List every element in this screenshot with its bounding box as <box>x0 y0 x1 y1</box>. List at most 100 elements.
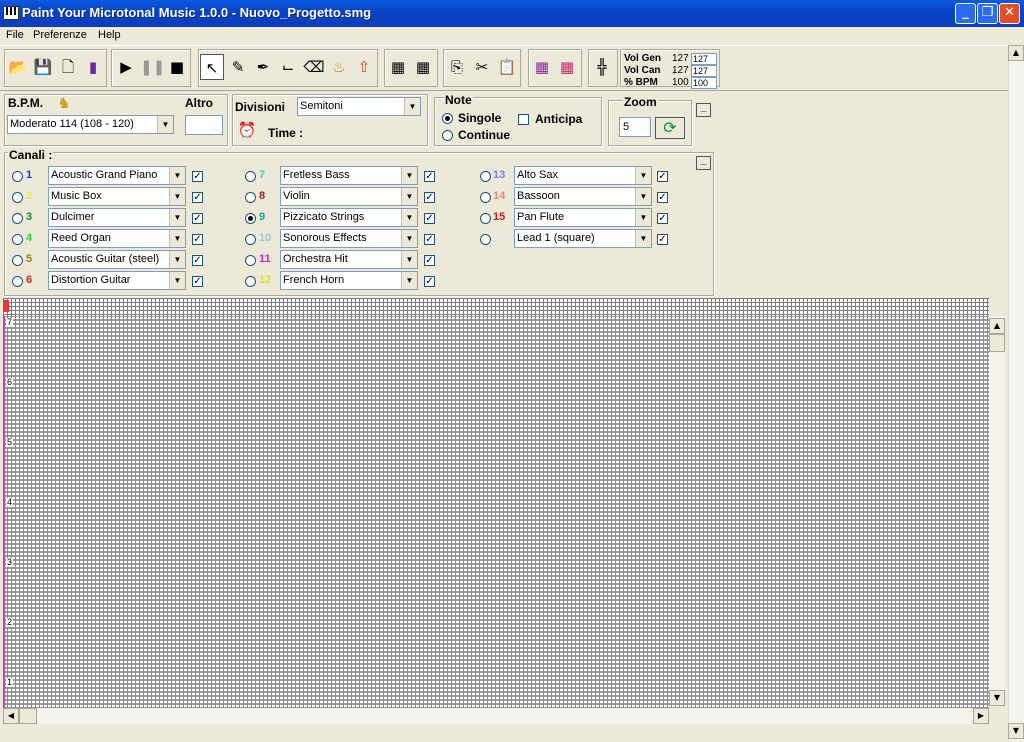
measure-right-icon[interactable]: ▦ <box>411 54 435 80</box>
channel-radio-1[interactable] <box>12 171 23 182</box>
canali-minimize-button[interactable]: _ <box>696 156 711 170</box>
channel-instrument-select[interactable]: Dulcimer ▼ <box>48 208 186 227</box>
scroll-up-arrow[interactable]: ▲ <box>989 318 1005 334</box>
channel-enable-checkbox[interactable]: ✓ <box>424 276 435 287</box>
channel-radio-12[interactable] <box>245 276 256 287</box>
channel-enable-checkbox[interactable]: ✓ <box>657 213 668 224</box>
channel-radio-11[interactable] <box>245 255 256 266</box>
measure-left-icon[interactable]: ▦ <box>386 54 410 80</box>
channel-enable-checkbox[interactable]: ✓ <box>192 276 203 287</box>
channel-instrument-select[interactable]: Pan Flute ▼ <box>514 208 652 227</box>
channel-radio-9[interactable] <box>245 213 256 224</box>
timeline-ruler[interactable] <box>3 298 989 316</box>
channel-radio-16[interactable] <box>480 234 491 245</box>
bpm-select[interactable]: Moderato 114 (108 - 120) ▼ <box>7 115 174 134</box>
channel-enable-checkbox[interactable]: ✓ <box>424 255 435 266</box>
close-button[interactable]: ✕ <box>999 3 1020 24</box>
channel-enable-checkbox[interactable]: ✓ <box>424 171 435 182</box>
pause-icon[interactable]: ❚❚ <box>140 54 165 80</box>
glissando-tool-icon[interactable]: ⌙ <box>276 54 300 80</box>
channel-instrument-select[interactable]: Orchestra Hit ▼ <box>280 250 418 269</box>
bucket-tool-icon[interactable]: ♨ <box>327 54 351 80</box>
cut-icon[interactable]: ✂ <box>470 54 494 80</box>
channel-enable-checkbox[interactable]: ✓ <box>657 192 668 203</box>
channel-enable-checkbox[interactable]: ✓ <box>192 255 203 266</box>
new-icon[interactable]: 🗋 <box>56 54 80 80</box>
divisioni-select[interactable]: Semitoni ▼ <box>297 97 421 116</box>
brush-tool-icon[interactable]: ✒ <box>251 54 275 80</box>
channel-instrument-select[interactable]: Pizzicato Strings ▼ <box>280 208 418 227</box>
open-icon[interactable]: 📂 <box>6 54 30 80</box>
singole-radio[interactable] <box>442 113 453 124</box>
track-add-icon[interactable]: ▦ <box>530 54 554 80</box>
channel-instrument-select[interactable]: Music Box ▼ <box>48 187 186 206</box>
channel-enable-checkbox[interactable]: ✓ <box>657 234 668 245</box>
altro-input[interactable] <box>185 115 223 135</box>
channel-radio-14[interactable] <box>480 192 491 203</box>
window-scroll-up-arrow[interactable]: ▲ <box>1008 45 1024 61</box>
channel-instrument-select[interactable]: Reed Organ ▼ <box>48 229 186 248</box>
channel-radio-6[interactable] <box>12 276 23 287</box>
paste-icon[interactable]: 📋 <box>495 54 519 80</box>
channel-enable-checkbox[interactable]: ✓ <box>192 234 203 245</box>
bpm-pct-field[interactable]: 100 <box>691 77 717 89</box>
channel-instrument-select[interactable]: Sonorous Effects ▼ <box>280 229 418 248</box>
pointer-tool-icon[interactable]: ⇧ <box>352 54 376 80</box>
channel-radio-7[interactable] <box>245 171 256 182</box>
channel-instrument-select[interactable]: Fretless Bass ▼ <box>280 166 418 185</box>
channel-instrument-select[interactable]: Violin ▼ <box>280 187 418 206</box>
channel-radio-8[interactable] <box>245 192 256 203</box>
channel-radio-13[interactable] <box>480 171 491 182</box>
channel-radio-2[interactable] <box>12 192 23 203</box>
minimize-button[interactable]: _ <box>955 3 976 24</box>
metronome-icon[interactable]: ♞ <box>52 90 76 116</box>
note-grid[interactable] <box>3 298 989 708</box>
channel-instrument-select[interactable]: Bassoon ▼ <box>514 187 652 206</box>
vertical-scroll-thumb[interactable] <box>989 334 1005 352</box>
select-tool-icon[interactable]: ↖ <box>200 54 224 80</box>
window-vertical-scrollbar[interactable] <box>1008 45 1024 742</box>
zoom-input[interactable]: 5 <box>619 117 651 137</box>
channel-instrument-select[interactable]: Acoustic Guitar (steel) ▼ <box>48 250 186 269</box>
channel-enable-checkbox[interactable]: ✓ <box>192 171 203 182</box>
window-scroll-down-arrow[interactable]: ▼ <box>1008 723 1024 739</box>
refresh-icon[interactable]: ⟳ <box>655 117 685 139</box>
channel-instrument-select[interactable]: Acoustic Grand Piano ▼ <box>48 166 186 185</box>
channel-radio-4[interactable] <box>12 234 23 245</box>
scroll-left-arrow[interactable]: ◀ <box>3 708 19 724</box>
stop-icon[interactable]: ■ <box>165 54 189 80</box>
menu-help[interactable]: Help <box>98 29 121 41</box>
vol-can-field[interactable]: 127 <box>691 65 717 77</box>
channel-instrument-select[interactable]: Alto Sax ▼ <box>514 166 652 185</box>
menu-preferenze[interactable]: Preferenze <box>33 29 87 41</box>
channel-instrument-select[interactable]: Lead 1 (square) ▼ <box>514 229 652 248</box>
grid-icon[interactable]: ╬ <box>590 54 614 80</box>
maximize-button[interactable]: ❐ <box>977 3 998 24</box>
panel-minimize-button[interactable]: _ <box>696 103 711 117</box>
scroll-right-arrow[interactable]: ▶ <box>973 708 989 724</box>
channel-enable-checkbox[interactable]: ✓ <box>657 171 668 182</box>
pencil-tool-icon[interactable]: ✎ <box>226 54 250 80</box>
channel-radio-10[interactable] <box>245 234 256 245</box>
channel-radio-5[interactable] <box>12 255 23 266</box>
channel-enable-checkbox[interactable]: ✓ <box>192 213 203 224</box>
horizontal-scroll-thumb[interactable] <box>19 708 37 724</box>
channel-radio-15[interactable] <box>480 213 491 224</box>
menu-file[interactable]: File <box>6 29 24 41</box>
export-icon[interactable]: ▮ <box>81 54 105 80</box>
channel-instrument-select[interactable]: French Horn ▼ <box>280 271 418 290</box>
channel-enable-checkbox[interactable]: ✓ <box>424 192 435 203</box>
anticipa-checkbox[interactable] <box>518 114 529 125</box>
save-icon[interactable]: 💾 <box>31 54 55 80</box>
grid-vertical-scrollbar[interactable] <box>989 316 1005 706</box>
channel-instrument-select[interactable]: Distortion Guitar ▼ <box>48 271 186 290</box>
play-icon[interactable]: ▶ <box>114 54 138 80</box>
grid-horizontal-scrollbar[interactable] <box>3 708 989 724</box>
continue-radio[interactable] <box>442 130 453 141</box>
channel-radio-3[interactable] <box>12 213 23 224</box>
track-remove-icon[interactable]: ▦ <box>555 54 579 80</box>
channel-enable-checkbox[interactable]: ✓ <box>424 234 435 245</box>
channel-enable-checkbox[interactable]: ✓ <box>424 213 435 224</box>
playhead-marker[interactable] <box>3 300 9 312</box>
copy-icon[interactable]: ⎘ <box>445 54 469 80</box>
